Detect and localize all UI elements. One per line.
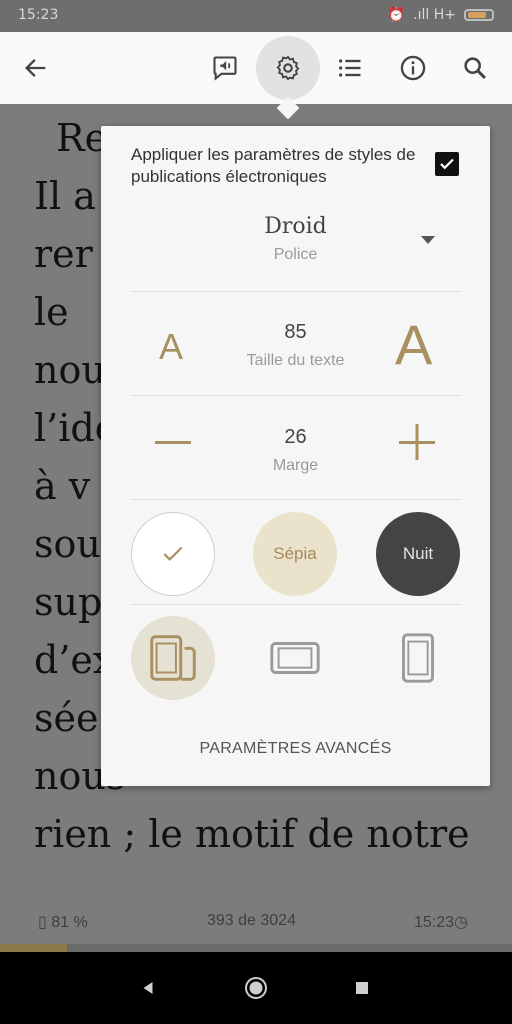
search-icon [464, 57, 486, 79]
status-time: 15:23 [18, 7, 59, 23]
portrait-lock-button[interactable] [376, 616, 460, 700]
text-line: sou [34, 522, 101, 566]
back-arrow-icon [25, 59, 46, 77]
status-bar: 15:23 ⏰ .ıll H+ [0, 0, 512, 32]
reading-clock: 15:23◷ [414, 914, 469, 931]
landscape-lock-button[interactable] [253, 616, 337, 700]
portrait-phone-icon [402, 633, 434, 683]
square-recents-icon [356, 982, 368, 994]
text-line: à v [34, 464, 91, 508]
nav-home-button[interactable] [242, 974, 270, 1002]
advanced-settings-button[interactable]: PARAMÈTRES AVANCÉS [101, 740, 490, 758]
text-line: sup [34, 580, 103, 624]
network-indicator: .ıll H+ [413, 7, 456, 23]
triangle-back-icon [143, 982, 153, 994]
auto-rotate-icon [150, 635, 196, 681]
text-line: Re [56, 116, 108, 160]
gear-icon [276, 55, 300, 81]
battery-small-icon: ▯ [38, 914, 47, 931]
search-button[interactable] [443, 36, 507, 100]
reader-toolbar [0, 32, 512, 104]
list-icon [339, 59, 361, 77]
battery-level: ▯ 81 % [38, 914, 88, 931]
nav-recents-button[interactable] [348, 974, 376, 1002]
theme-night-button[interactable]: Nuit [376, 512, 460, 596]
reading-progress-fill [0, 944, 67, 952]
check-icon [440, 158, 454, 170]
circle-home-icon [245, 977, 267, 999]
reading-progress[interactable] [0, 944, 512, 952]
increase-text-size-button[interactable]: A [395, 312, 432, 377]
display-settings-popup: Appliquer les paramètres de styles de pu… [101, 126, 490, 786]
battery-icon [464, 9, 494, 21]
page-counter: 393 de 3024 [207, 912, 296, 929]
divider [131, 291, 460, 292]
status-icons: ⏰ .ıll H+ [388, 7, 494, 23]
publisher-styles-label: Appliquer les paramètres de styles de pu… [131, 145, 416, 186]
text-line: nou [34, 348, 106, 392]
text-line: Il a [34, 174, 96, 218]
back-button[interactable] [4, 36, 68, 100]
auto-rotate-button[interactable] [131, 616, 215, 700]
check-icon [163, 546, 183, 561]
text-line: sée [34, 696, 99, 740]
landscape-phone-icon [270, 642, 320, 674]
clock-icon: ◷ [454, 914, 469, 931]
info-button[interactable] [381, 36, 445, 100]
nav-back-button[interactable] [134, 974, 162, 1002]
text-line: le [34, 290, 69, 334]
font-label: Police [273, 246, 318, 263]
table-of-contents-button[interactable] [318, 36, 382, 100]
info-icon [400, 55, 426, 81]
theme-white-button[interactable] [131, 512, 215, 596]
text-line: rer [34, 232, 93, 276]
speaker-bubble-icon [213, 56, 237, 81]
settings-button[interactable] [256, 36, 320, 100]
alarm-icon: ⏰ [387, 7, 406, 23]
text-line: rien ; le motif de notre [34, 812, 470, 856]
system-navigation-bar [0, 952, 512, 1024]
divider [131, 395, 460, 396]
publisher-styles-checkbox[interactable] [435, 152, 459, 176]
divider [131, 499, 460, 500]
read-aloud-button[interactable] [193, 36, 257, 100]
dropdown-arrow-icon[interactable] [419, 234, 437, 246]
theme-sepia-button[interactable]: Sépia [253, 512, 337, 596]
divider [131, 604, 460, 605]
increase-margin-button[interactable] [397, 422, 437, 462]
